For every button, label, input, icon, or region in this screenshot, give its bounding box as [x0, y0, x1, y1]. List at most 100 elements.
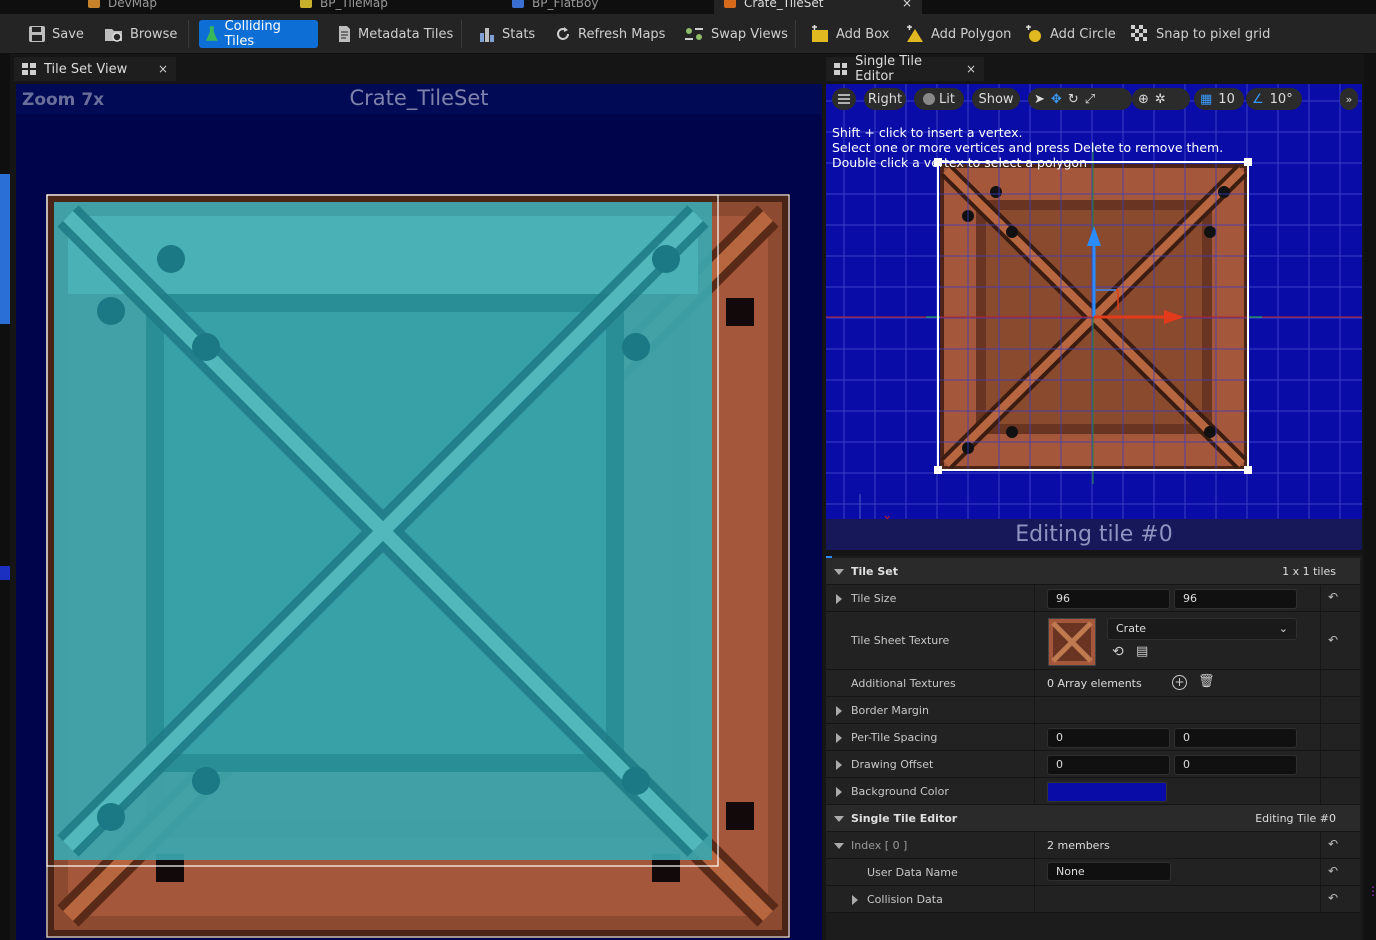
details-panel: Tile Set 1 x 1 tiles Tile Size 96 96 ↶ T…: [826, 556, 1362, 940]
add-box-button[interactable]: Add Box: [804, 20, 895, 48]
scale-icon[interactable]: ⤢: [1085, 92, 1095, 107]
texture-asset-name: Crate: [1116, 622, 1147, 635]
category-single-tile-editor[interactable]: Single Tile Editor Editing Tile #0: [826, 805, 1360, 832]
reset-to-default-icon[interactable]: ↶: [1326, 590, 1340, 604]
world-space-icon[interactable]: ⊕: [1138, 92, 1149, 107]
viewport-menu-button[interactable]: [832, 88, 856, 110]
add-polygon-button[interactable]: Add Polygon: [899, 20, 1017, 48]
tileset-icon: [724, 0, 736, 8]
right-edge-strip: ⋮: [1364, 54, 1376, 940]
chevron-right-icon[interactable]: [836, 787, 842, 797]
toolbar-divider: [461, 20, 462, 48]
per-tile-spacing-x-input[interactable]: 0: [1047, 728, 1170, 748]
drawing-offset-x-input[interactable]: 0: [1047, 755, 1170, 775]
chevron-down-icon[interactable]: [834, 843, 844, 849]
chevron-right-icon[interactable]: [836, 760, 842, 770]
show-button[interactable]: Show: [972, 88, 1020, 110]
translate-icon[interactable]: ✥: [1051, 92, 1062, 107]
property-collision-data: Collision Data ↶: [826, 886, 1360, 913]
reset-to-default-icon[interactable]: ↶: [1326, 864, 1340, 878]
rotate-icon[interactable]: ↻: [1068, 92, 1079, 107]
doc-tab-label: DevMap: [108, 0, 158, 10]
chevron-right-icon[interactable]: [836, 594, 842, 604]
category-tile-set[interactable]: Tile Set 1 x 1 tiles: [826, 558, 1360, 585]
more-options-icon[interactable]: ⋮: [1367, 884, 1376, 898]
save-label: Save: [52, 26, 84, 42]
add-polygon-label: Add Polygon: [931, 26, 1012, 42]
swap-views-button[interactable]: Swap Views: [677, 20, 794, 48]
column-divider: [1320, 778, 1321, 805]
add-polygon-icon: [907, 25, 923, 42]
rotation-snap-control[interactable]: ∠ 10°: [1246, 88, 1302, 110]
use-selected-asset-icon[interactable]: ⟲: [1112, 644, 1124, 660]
texture-thumbnail[interactable]: [1048, 618, 1096, 666]
single-tile-viewport[interactable]: x Right Lit Show ➤ ✥ ↻ ⤢ ⊕ ✲ ▦ 10 ∠ 10° …: [826, 84, 1362, 550]
tab-single-tile-editor[interactable]: Single Tile Editor ×: [826, 54, 984, 84]
stats-button[interactable]: Stats: [472, 20, 541, 48]
tile-size-x-input[interactable]: 96: [1047, 589, 1170, 609]
hint-line: Select one or more vertices and press De…: [832, 140, 1224, 155]
property-label: Border Margin: [851, 704, 929, 717]
tile-set-viewport[interactable]: Zoom 7x Crate_TileSet: [16, 84, 822, 940]
browse-to-asset-icon[interactable]: ▤: [1136, 644, 1148, 659]
grid-icon: [22, 63, 36, 75]
trash-icon[interactable]: 🗑: [1198, 674, 1215, 689]
column-divider: [1320, 886, 1321, 913]
column-divider: [1034, 859, 1035, 886]
hint-line: Double click a vertex to select a polygo…: [832, 155, 1087, 170]
grid-snap-control[interactable]: ▦ 10: [1194, 88, 1244, 110]
background-color-swatch[interactable]: [1047, 782, 1167, 802]
browse-button[interactable]: Browse: [98, 20, 183, 48]
property-label: Drawing Offset: [851, 758, 934, 771]
add-circle-button[interactable]: Add Circle: [1018, 20, 1122, 48]
doc-tab-bp-tilemap[interactable]: BP_TileMap: [300, 0, 388, 14]
colliding-tiles-button[interactable]: Colliding Tiles: [199, 19, 318, 49]
hamburger-icon: [838, 94, 850, 104]
chevron-right-icon[interactable]: [852, 895, 858, 905]
reset-to-default-icon[interactable]: ↶: [1326, 633, 1340, 647]
chevron-right-icon[interactable]: [836, 733, 842, 743]
background-window-fragment: [0, 566, 10, 580]
surface-snap-icon[interactable]: ✲: [1155, 92, 1166, 107]
toolbar-divider: [188, 20, 189, 48]
column-divider: [1320, 751, 1321, 778]
user-data-name-input[interactable]: None: [1047, 862, 1171, 881]
browse-icon: [105, 29, 122, 42]
property-label: Per-Tile Spacing: [851, 731, 938, 744]
column-divider: [1320, 859, 1321, 886]
close-icon[interactable]: ×: [158, 62, 168, 76]
add-element-icon[interactable]: +: [1172, 675, 1187, 690]
texture-asset-dropdown[interactable]: Crate ⌄: [1107, 618, 1297, 640]
column-divider: [1320, 724, 1321, 751]
reset-to-default-icon[interactable]: ↶: [1326, 891, 1340, 905]
snap-to-pixel-grid-button[interactable]: Snap to pixel grid: [1124, 20, 1276, 48]
reset-to-default-icon[interactable]: ↶: [1326, 837, 1340, 851]
drawing-offset-y-input[interactable]: 0: [1174, 755, 1297, 775]
doc-tab-crate-tileset[interactable]: Crate_TileSet ×: [714, 0, 922, 14]
flask-icon: [205, 26, 218, 41]
select-cursor-icon[interactable]: ➤: [1034, 92, 1045, 107]
column-divider: [1320, 670, 1321, 697]
doc-tab-bp-flatboy[interactable]: BP_FlatBoy: [512, 0, 598, 14]
lit-button[interactable]: Lit: [914, 88, 964, 110]
close-icon[interactable]: ×: [902, 0, 912, 10]
doc-tab-devmap[interactable]: DevMap: [88, 0, 157, 14]
doc-tab-label: BP_TileMap: [320, 0, 388, 10]
tab-tile-set-view[interactable]: Tile Set View ×: [14, 57, 176, 81]
save-button[interactable]: Save: [22, 20, 90, 48]
refresh-maps-label: Refresh Maps: [578, 26, 666, 42]
close-icon[interactable]: ×: [966, 62, 976, 76]
tile-size-y-input[interactable]: 96: [1174, 589, 1297, 609]
refresh-maps-button[interactable]: Refresh Maps: [548, 20, 671, 48]
pixel-grid-icon: [1131, 25, 1147, 41]
view-mode-button[interactable]: Right: [864, 88, 906, 110]
chevron-right-icon[interactable]: [836, 706, 842, 716]
property-label: Background Color: [851, 785, 949, 798]
property-index: Index [ 0 ] 2 members ↶: [826, 832, 1360, 859]
colliding-tiles-label: Colliding Tiles: [224, 19, 281, 49]
metadata-tiles-button[interactable]: Metadata Tiles: [330, 20, 459, 48]
chevron-right-icon[interactable]: »: [1340, 88, 1358, 110]
property-background-color: Background Color: [826, 778, 1360, 805]
per-tile-spacing-y-input[interactable]: 0: [1174, 728, 1297, 748]
crate-tile-image: [46, 194, 790, 938]
